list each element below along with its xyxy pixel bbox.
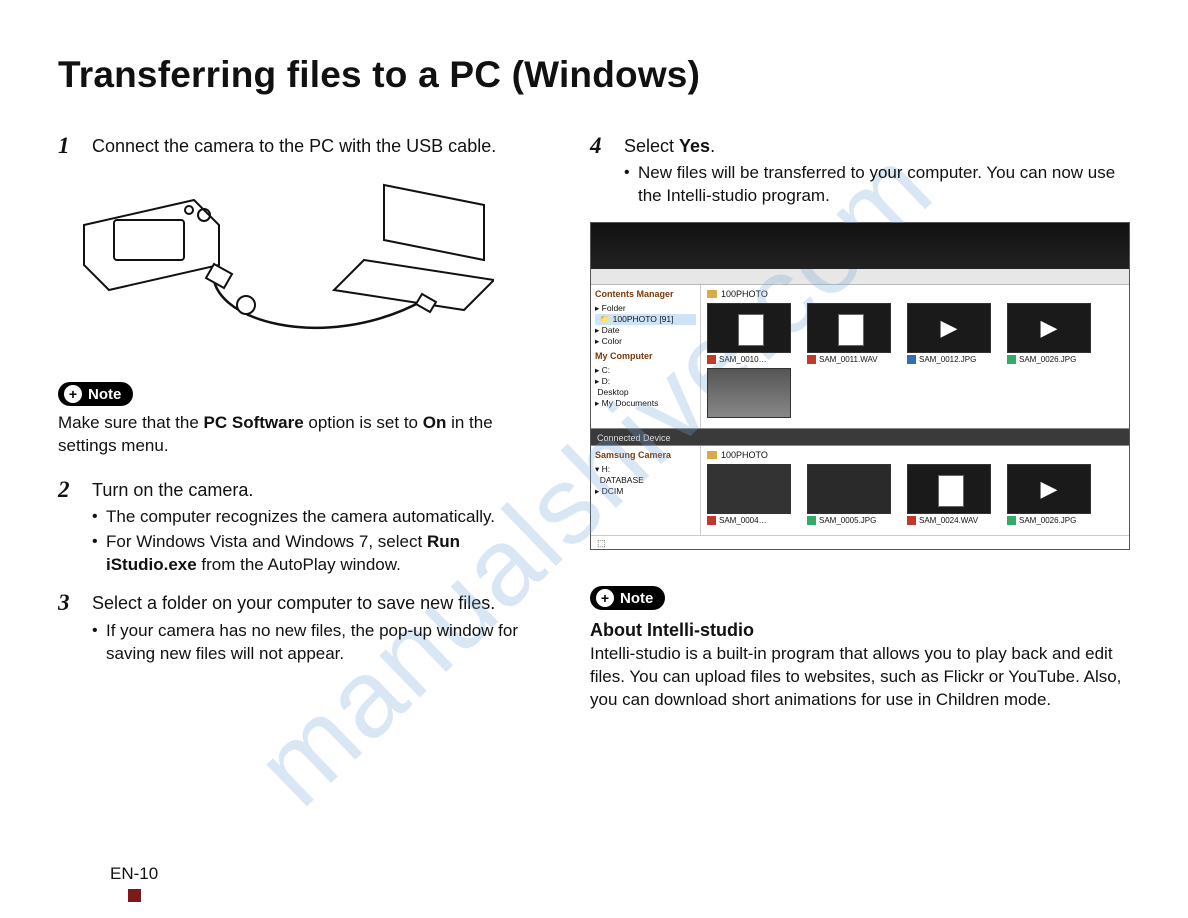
app-body-lower: Samsung Camera ▾ H: DATABASE ▸ DCIM 100P… [591,446,1129,535]
step-number: 3 [58,591,78,667]
step-text: Select Yes. [624,134,1130,158]
type-icon [807,516,816,525]
step-bullets: New files will be transferred to your co… [624,162,1130,208]
bullet: If your camera has no new files, the pop… [92,620,542,666]
tree-item: ▸ My Documents [595,398,696,409]
type-icon [907,355,916,364]
step-body: Select Yes. New files will be transferre… [624,134,1130,210]
tree-item: ▸ Folder [595,303,696,314]
page-number: EN-10 [110,864,158,884]
sidebar-heading: My Computer [595,351,696,363]
step-bullets: If your camera has no new files, the pop… [92,620,542,666]
step-1: 1 Connect the camera to the PC with the … [58,134,542,158]
step-number: 4 [590,134,610,210]
note-label: Note [620,590,653,607]
app-statusbar: ⬚ [591,535,1129,549]
type-icon [1007,516,1016,525]
note-label: Note [88,386,121,403]
step-body: Select a folder on your computer to save… [92,591,542,667]
intelli-studio-screenshot: Contents Manager ▸ Folder 📁 100PHOTO [91… [590,222,1130,550]
thumbnail [707,368,791,418]
step-text: Select a folder on your computer to save… [92,591,542,615]
folder-icon [707,290,717,298]
app-main-lower: 100PHOTO SAM_0004… SAM_0005.JPG SAM_0024… [701,446,1129,535]
page-marker-square [128,889,141,902]
app-body: Contents Manager ▸ Folder 📁 100PHOTO [91… [591,285,1129,428]
folder-icon [707,451,717,459]
thumbnail: ▶SAM_0026.JPG [1007,303,1091,364]
manual-page: manualshive.com Transferring files to a … [0,0,1188,918]
app-main-panel: 100PHOTO SAM_0010… SAM_0011.WAV ▶SAM_001… [701,285,1129,428]
tree-item: DATABASE [595,475,696,486]
two-column-layout: 1 Connect the camera to the PC with the … [58,134,1130,732]
tree-item: ▸ DCIM [595,486,696,497]
app-sidebar-lower: Samsung Camera ▾ H: DATABASE ▸ DCIM [591,446,701,535]
usb-connection-svg [64,170,494,360]
section-divider: Connected Device [591,428,1129,446]
left-column: 1 Connect the camera to the PC with the … [58,134,542,732]
tree-item: Desktop [595,387,696,398]
bullet: For Windows Vista and Windows 7, select … [92,531,542,577]
note-badge: + Note [590,586,665,610]
right-column: 4 Select Yes. New files will be transfer… [590,134,1130,732]
camera-laptop-illustration [64,170,494,360]
sidebar-heading: Contents Manager [595,289,696,301]
tree-item: ▸ Date [595,325,696,336]
note-text: Make sure that the PC Software option is… [58,412,542,458]
thumbnail: SAM_0004… [707,464,791,525]
step-text: Connect the camera to the PC with the US… [92,134,496,158]
step-2: 2 Turn on the camera. The computer recog… [58,478,542,579]
page-title: Transferring files to a PC (Windows) [58,54,1130,96]
tree-item-selected: 📁 100PHOTO [91] [595,314,696,325]
bullet: New files will be transferred to your co… [624,162,1130,208]
thumbnail: SAM_0024.WAV [907,464,991,525]
note-badge: + Note [58,382,133,406]
bullet: The computer recognizes the camera autom… [92,506,542,529]
app-toolbar [591,269,1129,285]
step-number: 2 [58,478,78,579]
tree-item: ▸ C: [595,365,696,376]
path-bar: 100PHOTO [707,289,1123,299]
note-heading: About Intelli-studio [590,620,1130,641]
step-4: 4 Select Yes. New files will be transfer… [590,134,1130,210]
thumbnail-row: SAM_0010… SAM_0011.WAV ▶SAM_0012.JPG ▶SA… [707,303,1123,364]
type-icon [1007,355,1016,364]
thumbnail: SAM_0005.JPG [807,464,891,525]
tree-item: ▸ D: [595,376,696,387]
type-icon [707,355,716,364]
thumbnail-row [707,368,1123,418]
path-bar: 100PHOTO [707,450,1123,460]
thumbnail: ▶SAM_0026.JPG [1007,464,1091,525]
note-text: Intelli-studio is a built-in program tha… [590,643,1130,712]
thumbnail: ▶SAM_0012.JPG [907,303,991,364]
step-number: 1 [58,134,78,158]
app-titlebar [591,223,1129,269]
thumbnail: SAM_0010… [707,303,791,364]
type-icon [707,516,716,525]
tree-item: ▸ Color [595,336,696,347]
plus-icon: + [64,385,82,403]
type-icon [907,516,916,525]
step-body: Turn on the camera. The computer recogni… [92,478,542,579]
thumbnail-row: SAM_0004… SAM_0005.JPG SAM_0024.WAV ▶SAM… [707,464,1123,525]
thumbnail: SAM_0011.WAV [807,303,891,364]
type-icon [807,355,816,364]
sidebar-heading: Samsung Camera [595,450,696,462]
step-3: 3 Select a folder on your computer to sa… [58,591,542,667]
plus-icon: + [596,589,614,607]
step-text: Turn on the camera. [92,478,542,502]
step-bullets: The computer recognizes the camera autom… [92,506,542,577]
app-sidebar: Contents Manager ▸ Folder 📁 100PHOTO [91… [591,285,701,428]
tree-item: ▾ H: [595,464,696,475]
